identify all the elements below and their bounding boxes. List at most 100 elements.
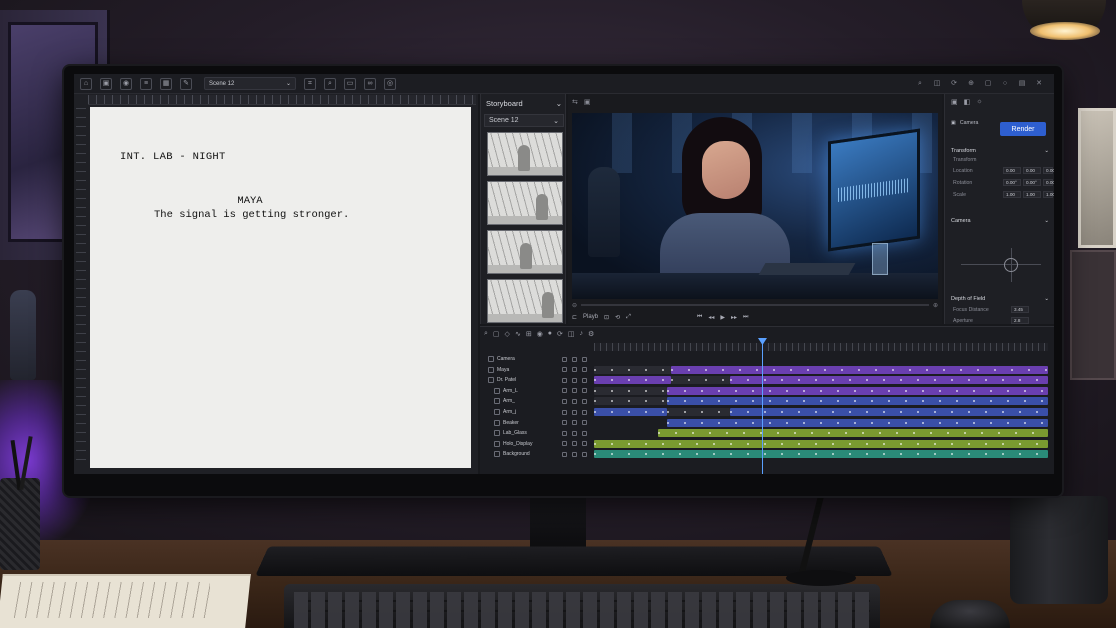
zoom-in-icon[interactable]: ⊕ [933,302,938,309]
keyframes[interactable] [730,411,1048,413]
keyframes[interactable] [594,379,672,382]
timeline-clip[interactable] [594,386,667,395]
light-tab-icon[interactable]: ☼ [976,98,982,106]
keyboard-keys[interactable] [294,592,870,628]
mute-icon[interactable] [582,451,587,457]
viewport-scrubber[interactable]: ⊖ ⊕ [572,301,938,309]
layers-icon[interactable]: ◫ [931,78,943,90]
lock-icon[interactable] [572,388,577,394]
visibility-icon[interactable] [562,398,567,404]
storyboard-frame-2[interactable] [487,181,563,225]
track-row[interactable]: Arm_ [480,396,592,406]
keyframes[interactable] [666,400,1048,403]
scene-select[interactable]: Scene 12 ⌄ [204,77,296,90]
eye-icon[interactable]: ◎ [384,77,396,90]
keyframes[interactable] [594,389,667,392]
storyboard-frame-4[interactable] [487,279,563,323]
layers-icon[interactable]: ◫ [568,330,575,338]
mute-icon[interactable] [582,388,587,394]
track-row[interactable]: Beaker [480,418,592,428]
timeline-clip[interactable] [730,376,1048,385]
keyframes[interactable] [666,389,1048,392]
render-preview[interactable] [572,113,938,299]
record-icon[interactable]: ● [548,330,552,338]
lock-icon[interactable] [572,451,577,457]
curve-icon[interactable]: ∿ [515,330,521,338]
camera-section-header[interactable]: Camera ⌄ [951,218,1049,224]
sync-icon[interactable]: ⟳ [557,330,563,338]
track-row[interactable]: Background [480,449,592,459]
aperture-field[interactable]: 2.8 [1011,317,1029,324]
link-icon[interactable]: ∞ [364,77,376,90]
scale-z-field[interactable]: 1.00 [1043,191,1054,198]
storyboard-header[interactable]: Storyboard ⌄ [481,96,567,110]
audio-icon[interactable]: ♪ [580,330,584,338]
render-button[interactable]: Render [1000,122,1046,136]
script-page[interactable]: INT. LAB - NIGHT MAYA The signal is gett… [90,107,471,468]
lock-icon[interactable] [572,377,577,383]
timeline-clip[interactable] [594,439,1048,448]
focus-distance-field[interactable]: 3.45 [1011,306,1029,313]
keyframes[interactable] [730,379,1048,382]
dof-section-header[interactable]: Depth of Field ⌄ [951,296,1049,302]
material-tab-icon[interactable]: ◧ [964,98,971,106]
timeline-clip[interactable] [666,418,1048,427]
visibility-icon[interactable] [562,441,567,447]
object-tab-icon[interactable]: ▣ [951,98,958,106]
storyboard-frame-3[interactable] [487,230,563,274]
filter-icon[interactable]: ▢ [493,330,500,338]
view-icon[interactable]: ▣ [584,98,591,108]
scrub-bar[interactable] [581,304,929,306]
timeline-clip[interactable] [666,408,731,416]
rotation-y-field[interactable]: 0.00° [1023,179,1041,186]
track-row[interactable]: Camera [480,354,592,364]
mute-icon[interactable] [582,420,587,426]
mute-icon[interactable] [582,356,587,362]
character-name[interactable]: MAYA [90,195,410,207]
play-icon[interactable]: ▶ [720,314,725,321]
settings-icon[interactable]: ⚙ [588,330,594,338]
mute-icon[interactable] [582,367,587,373]
lock-icon[interactable]: ▢ [982,78,994,90]
search-icon[interactable]: ⌕ [324,77,336,90]
marker-icon[interactable]: ◉ [537,330,543,338]
rotation-x-field[interactable]: 0.00° [1003,179,1021,186]
track-row[interactable]: Holo_Display [480,439,592,449]
mute-icon[interactable] [582,398,587,404]
keyframes[interactable] [594,368,672,371]
track-row[interactable]: Maya [480,365,592,375]
camera-gizmo[interactable] [961,248,1041,282]
keyframes[interactable] [594,442,1048,445]
frame-select-icon[interactable]: ⊡ [604,314,609,321]
storyboard-scene-select[interactable]: Scene 12 ⌄ [484,114,564,127]
rotation-z-field[interactable]: 0.00° [1043,179,1054,186]
scene-heading[interactable]: INT. LAB - NIGHT [120,151,226,163]
timeline-clip[interactable] [594,397,667,406]
keyframes[interactable] [671,368,1048,371]
snap-icon[interactable]: ⊞ [526,330,532,338]
timeline-clip[interactable] [594,376,672,385]
keyframes[interactable] [671,379,731,382]
timeline-clip[interactable] [594,365,672,374]
mute-icon[interactable] [582,430,587,436]
mouse[interactable] [930,600,1010,628]
keyframes[interactable] [666,421,1048,424]
keyframes[interactable] [657,432,1048,435]
scale-y-field[interactable]: 1.00 [1023,191,1041,198]
loop-icon[interactable]: ⟲ [615,314,620,321]
lock-icon[interactable] [572,367,577,373]
grid-icon[interactable]: ▦ [160,77,172,90]
visibility-icon[interactable] [562,388,567,394]
mute-icon[interactable] [582,409,587,415]
timeline-clip[interactable] [730,408,1048,416]
keyframes[interactable] [594,400,667,403]
lock-icon[interactable] [572,356,577,362]
playback-label[interactable]: Playb [583,314,598,320]
active-camera[interactable]: ▣ Camera [951,120,978,126]
visibility-icon[interactable] [562,356,567,362]
keyframes[interactable] [594,411,667,413]
location-y-field[interactable]: 0.00 [1023,167,1041,174]
lock-icon[interactable] [572,441,577,447]
search-icon[interactable]: ⌕ [484,330,488,338]
expand-icon[interactable]: ⤢ [626,314,631,321]
